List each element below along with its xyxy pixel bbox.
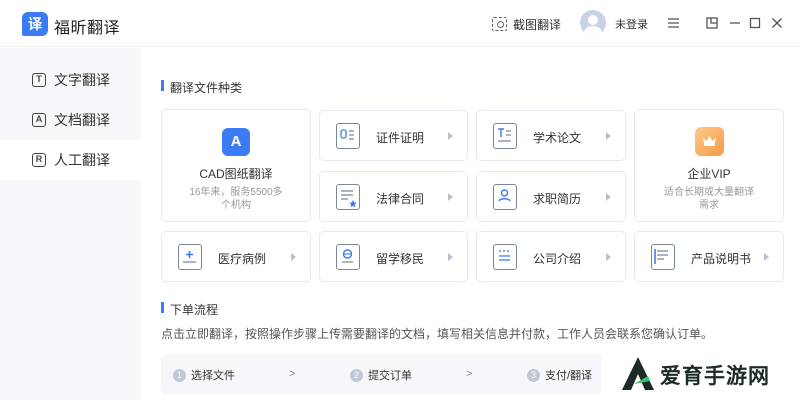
sidebar-item-label: 人工翻译 bbox=[54, 152, 110, 168]
category-product-manual[interactable]: 产品说明书 bbox=[634, 231, 784, 282]
chevron-right-icon bbox=[764, 253, 769, 261]
category-legal-contract[interactable]: 法律合同 bbox=[319, 171, 468, 222]
watermark: 爱育手游网 bbox=[618, 352, 798, 396]
human-translate-icon: R bbox=[32, 153, 46, 167]
order-steps-bar: 1 选择文件 > 2 提交订单 > 3 支付/翻译 bbox=[161, 354, 601, 394]
category-academic-paper[interactable]: 学术论文 bbox=[476, 110, 626, 161]
cad-card-subtitle-1: 16年来，服务5500多 bbox=[189, 187, 283, 198]
category-label: 公司介绍 bbox=[533, 252, 582, 266]
step-label: 选择文件 bbox=[191, 370, 235, 382]
step-pay-translate: 3 支付/翻译 bbox=[527, 367, 592, 383]
minimize-icon[interactable] bbox=[726, 14, 744, 32]
chevron-right-icon bbox=[448, 132, 453, 140]
close-icon[interactable] bbox=[768, 14, 786, 32]
step-number: 3 bbox=[527, 368, 540, 382]
category-medical-record[interactable]: 医疗病例 bbox=[161, 231, 311, 282]
chevron-right-icon bbox=[606, 193, 611, 201]
medical-icon bbox=[178, 244, 202, 270]
step-label: 提交订单 bbox=[368, 370, 412, 382]
cad-card-title: CAD图纸翻译 bbox=[199, 167, 273, 181]
category-resume[interactable]: 求职简历 bbox=[476, 171, 626, 222]
chevron-right-icon bbox=[606, 132, 611, 140]
category-label: 留学移民 bbox=[376, 252, 425, 266]
cad-icon: A bbox=[222, 128, 250, 156]
category-label: 学术论文 bbox=[533, 131, 582, 145]
enterprise-vip-card[interactable]: 企业VIP 适合长期或大量翻译 需求 bbox=[634, 109, 784, 222]
resume-icon bbox=[493, 184, 517, 210]
watermark-text: 爱育手游网 bbox=[660, 365, 770, 388]
step-label: 支付/翻译 bbox=[545, 370, 593, 382]
title-bar: 译 福昕翻译 截图翻译 未登录 bbox=[0, 0, 800, 47]
app-logo-icon: 译 bbox=[22, 12, 48, 36]
section-title-order-process: 下单流程 bbox=[161, 301, 218, 318]
text-translate-icon: T bbox=[32, 73, 46, 87]
pin-icon[interactable] bbox=[703, 14, 721, 32]
maximize-icon[interactable] bbox=[746, 14, 764, 32]
category-label: 法律合同 bbox=[376, 192, 425, 206]
category-label: 求职简历 bbox=[533, 192, 582, 206]
sidebar-item-label: 文档翻译 bbox=[54, 112, 110, 128]
enterprise-card-title: 企业VIP bbox=[687, 167, 731, 181]
category-label: 证件证明 bbox=[376, 131, 425, 145]
watermark-logo-icon bbox=[622, 357, 654, 390]
chevron-right-icon bbox=[291, 253, 296, 261]
category-company-intro[interactable]: 公司介绍 bbox=[476, 231, 626, 282]
order-process-description: 点击立即翻译，按照操作步骤上传需要翻译的文档，填写相关信息并付款，工作人员会联系… bbox=[161, 327, 714, 341]
sidebar-item-text-translate[interactable]: T 文字翻译 bbox=[0, 60, 141, 100]
app-title: 福昕翻译 bbox=[54, 20, 121, 37]
sidebar: T 文字翻译 A 文档翻译 R 人工翻译 bbox=[0, 48, 141, 400]
screenshot-translate-button[interactable]: 截图翻译 bbox=[492, 14, 561, 34]
passport-icon bbox=[336, 244, 360, 270]
category-label: 医疗病例 bbox=[218, 252, 267, 266]
id-card-icon bbox=[336, 123, 360, 149]
enterprise-card-subtitle-1: 适合长期或大量翻译 bbox=[664, 187, 754, 198]
category-label: 产品说明书 bbox=[691, 252, 752, 266]
step-select-file: 1 选择文件 bbox=[173, 367, 235, 383]
crown-icon bbox=[695, 127, 724, 156]
contract-icon bbox=[336, 184, 360, 210]
category-study-abroad-immigration[interactable]: 留学移民 bbox=[319, 231, 468, 282]
step-submit-order: 2 提交订单 bbox=[350, 367, 412, 383]
step-separator: > bbox=[289, 368, 296, 380]
avatar[interactable] bbox=[580, 10, 606, 36]
company-icon bbox=[493, 244, 517, 270]
sidebar-item-human-translate[interactable]: R 人工翻译 bbox=[0, 140, 141, 180]
manual-icon bbox=[651, 244, 675, 270]
enterprise-card-subtitle-2: 需求 bbox=[699, 200, 719, 211]
chevron-right-icon bbox=[448, 193, 453, 201]
menu-icon[interactable] bbox=[664, 14, 682, 32]
sidebar-item-document-translate[interactable]: A 文档翻译 bbox=[0, 100, 141, 140]
step-separator: > bbox=[466, 368, 473, 380]
chevron-right-icon bbox=[606, 253, 611, 261]
cad-drawing-translate-card[interactable]: A CAD图纸翻译 16年来，服务5500多 个机构 bbox=[161, 109, 311, 222]
cad-card-subtitle-2: 个机构 bbox=[221, 200, 251, 211]
sidebar-item-label: 文字翻译 bbox=[54, 72, 110, 88]
login-status[interactable]: 未登录 bbox=[615, 16, 648, 32]
step-number: 1 bbox=[173, 368, 186, 382]
section-title-file-types: 翻译文件种类 bbox=[161, 79, 242, 96]
screenshot-translate-label: 截图翻译 bbox=[513, 17, 562, 32]
step-number: 2 bbox=[350, 368, 363, 382]
document-translate-icon: A bbox=[32, 113, 46, 127]
camera-icon bbox=[492, 17, 507, 31]
paper-icon bbox=[493, 123, 517, 149]
chevron-right-icon bbox=[448, 253, 453, 261]
category-certificate[interactable]: 证件证明 bbox=[319, 110, 468, 161]
